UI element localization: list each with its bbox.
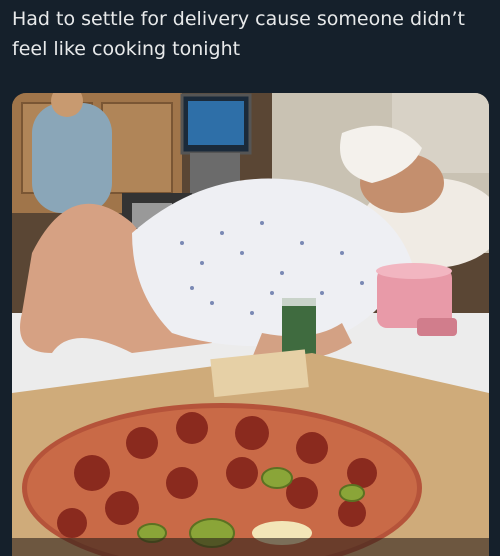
hospital-photo: [12, 93, 489, 556]
post-media-image[interactable]: [12, 93, 489, 556]
post-text: Had to settle for delivery cause someone…: [12, 8, 465, 60]
